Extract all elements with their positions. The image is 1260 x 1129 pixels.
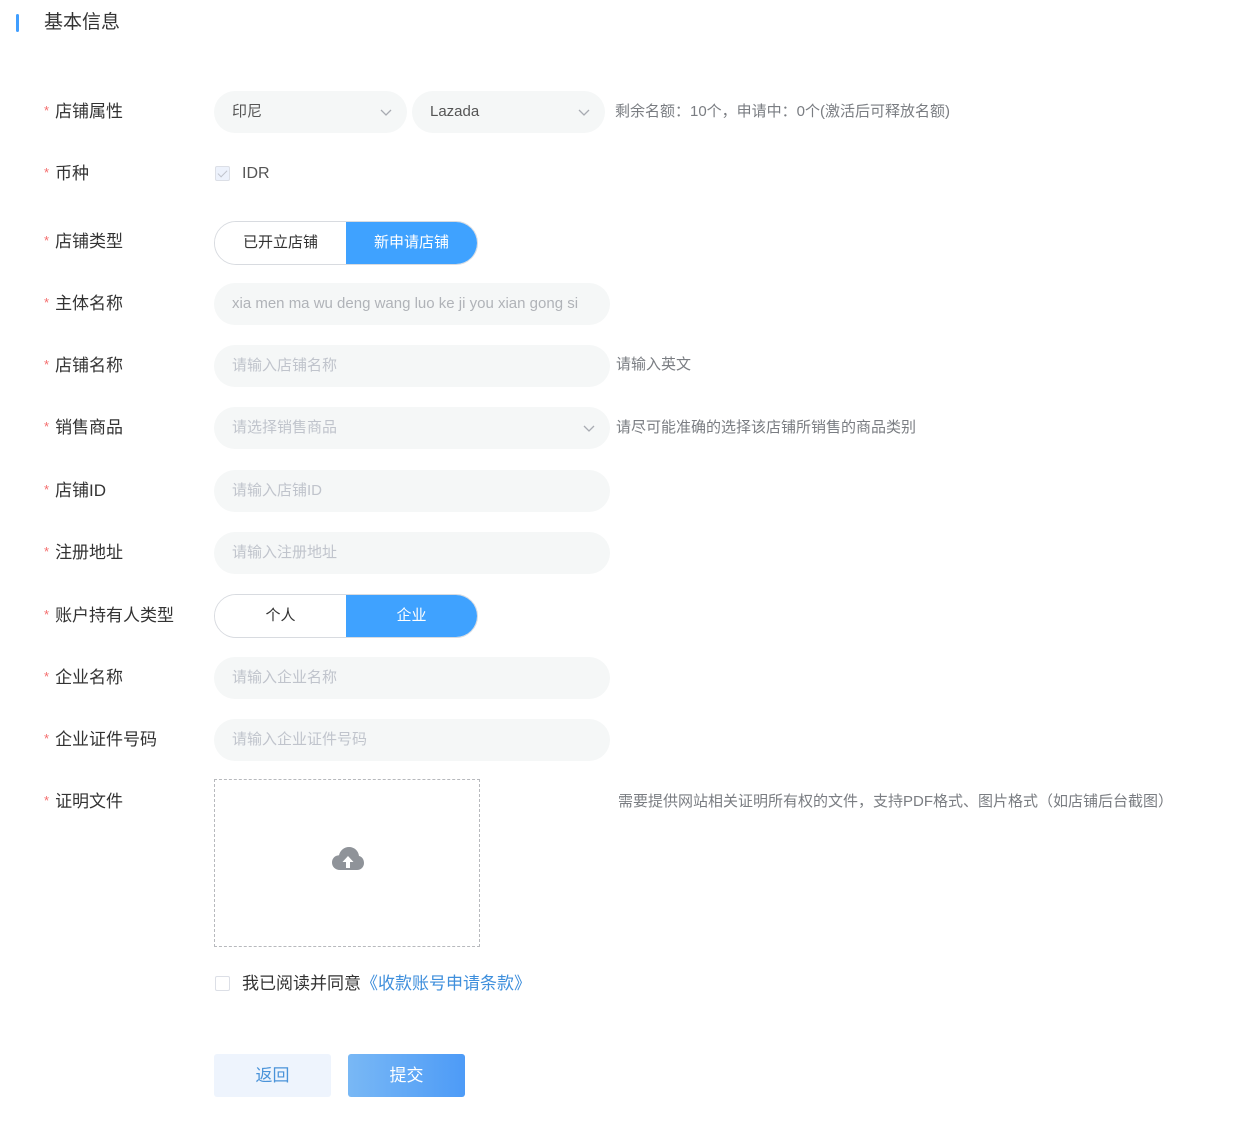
proof-file-hint: 需要提供网站相关证明所有权的文件，支持PDF格式、图片格式（如店铺后台截图）: [618, 793, 1174, 810]
quota-hint: 剩余名额：10个，申请中：0个(激活后可释放名额): [615, 103, 951, 120]
shop-type-existing-option[interactable]: 已开立店铺: [215, 222, 346, 264]
shop-name-input[interactable]: 请输入店铺名称: [214, 345, 610, 387]
entity-name-field[interactable]: xia men ma wu deng wang luo ke ji you xi…: [214, 283, 610, 325]
form-row-shop-name: * 店铺名称 请输入店铺名称 请输入英文: [0, 344, 1260, 388]
check-icon: [217, 167, 228, 178]
form-row-entity-name: * 主体名称 xia men ma wu deng wang luo ke ji …: [0, 282, 1260, 326]
company-name-label: * 企业名称: [44, 668, 124, 687]
holder-type-toggle: 个人 企业: [214, 594, 478, 638]
section-title: 基本信息: [44, 12, 121, 33]
currency-value: IDR: [242, 165, 270, 182]
currency-label: * 币种: [44, 164, 90, 183]
proof-file-upload[interactable]: [214, 779, 480, 947]
shop-name-hint: 请输入英文: [616, 356, 692, 373]
form-row-shop-type: * 店铺类型 已开立店铺 新申请店铺: [0, 220, 1260, 265]
chevron-down-icon: [379, 105, 393, 119]
submit-button[interactable]: 提交: [348, 1054, 465, 1097]
currency-checkbox[interactable]: [215, 166, 230, 181]
form-row-proof-file: * 证明文件 需要提供网站相关证明所有权的文件，支持PDF格式、图片格式（如店铺后…: [0, 790, 1260, 814]
reg-address-label: * 注册地址: [44, 543, 124, 562]
cloud-upload-icon: [331, 846, 365, 872]
company-cert-label: * 企业证件号码: [44, 730, 158, 749]
country-select-value: 印尼: [232, 103, 263, 120]
agreement-text: 我已阅读并同意《收款账号申请条款》: [242, 974, 531, 993]
shop-type-toggle: 已开立店铺 新申请店铺: [214, 221, 478, 265]
holder-type-personal-option[interactable]: 个人: [215, 595, 346, 637]
agreement-terms-link[interactable]: 《收款账号申请条款》: [361, 974, 531, 993]
shop-type-label: * 店铺类型: [44, 232, 124, 251]
shop-id-input[interactable]: 请输入店铺ID: [214, 470, 610, 512]
form-row-currency: * 币种 IDR: [0, 160, 1260, 188]
section-header: 基本信息: [0, 0, 1260, 48]
form-row-reg-address: * 注册地址 请输入注册地址: [0, 531, 1260, 575]
goods-select-placeholder: 请选择销售商品: [232, 419, 338, 436]
agreement-checkbox[interactable]: [215, 976, 230, 991]
platform-select[interactable]: Lazada: [412, 91, 605, 133]
shop-name-label: * 店铺名称: [44, 356, 124, 375]
entity-name-label: * 主体名称: [44, 294, 124, 313]
chevron-down-icon: [582, 421, 596, 435]
reg-address-input[interactable]: 请输入注册地址: [214, 532, 610, 574]
holder-type-company-option[interactable]: 企业: [346, 595, 477, 637]
section-accent-bar: [16, 14, 19, 32]
form-row-company-cert: * 企业证件号码 请输入企业证件号码: [0, 718, 1260, 762]
form-row-company-name: * 企业名称 请输入企业名称: [0, 656, 1260, 700]
proof-file-label: * 证明文件: [44, 792, 124, 811]
form-row-shop-id: * 店铺ID 请输入店铺ID: [0, 469, 1260, 513]
shop-id-label: * 店铺ID: [44, 481, 107, 500]
back-button[interactable]: 返回: [214, 1054, 331, 1097]
country-select[interactable]: 印尼: [214, 91, 407, 133]
company-cert-input[interactable]: 请输入企业证件号码: [214, 719, 610, 761]
goods-label: * 销售商品: [44, 418, 124, 437]
form-row-goods: * 销售商品 请选择销售商品 请尽可能准确的选择该店铺所销售的商品类别: [0, 406, 1260, 450]
shop-attr-label: * 店铺属性: [44, 102, 124, 121]
platform-select-value: Lazada: [430, 103, 480, 120]
holder-type-label: * 账户持有人类型: [44, 606, 175, 625]
goods-select[interactable]: 请选择销售商品: [214, 407, 610, 449]
form-row-shop-attr: * 店铺属性 印尼 Lazada 剩余名额：10个，申请中：0个(激活后可释放名额…: [0, 90, 1260, 134]
form-row-holder-type: * 账户持有人类型 个人 企业: [0, 594, 1260, 638]
goods-hint: 请尽可能准确的选择该店铺所销售的商品类别: [616, 419, 917, 436]
company-name-input[interactable]: 请输入企业名称: [214, 657, 610, 699]
shop-type-new-option[interactable]: 新申请店铺: [346, 222, 477, 264]
chevron-down-icon: [577, 105, 591, 119]
